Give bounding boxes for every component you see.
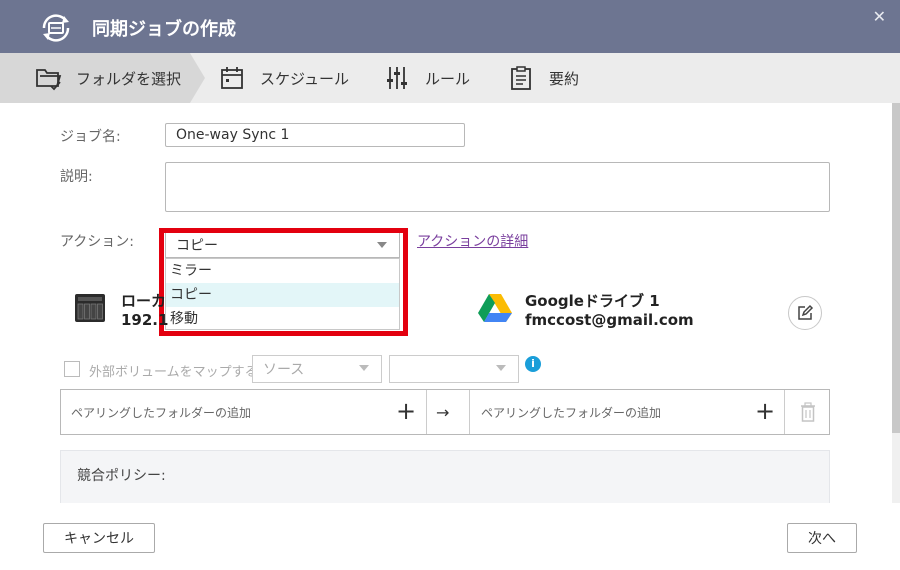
job-name-label: ジョブ名:: [60, 129, 121, 145]
action-label: アクション:: [60, 234, 135, 250]
local-folder-placeholder: ペアリングしたフォルダーの追加: [71, 405, 252, 420]
step-label: 要約: [549, 69, 580, 88]
pair-divider: [784, 390, 785, 434]
wizard-steps: フォルダを選択 スケジュール ルール 要約: [0, 53, 900, 103]
conflict-policy-panel: 競合ポリシー:: [60, 450, 830, 510]
step-label: スケジュール: [260, 69, 349, 88]
pair-divider: [426, 390, 427, 434]
google-drive-icon: [478, 294, 512, 322]
cancel-button[interactable]: キャンセル: [43, 523, 155, 553]
remote-title: Googleドライブ 1: [525, 292, 660, 310]
remote-account: fmccost@gmail.com: [525, 311, 694, 329]
add-remote-folder-plus-icon[interactable]: +: [755, 397, 775, 425]
title-bar: 同期ジョブの作成 ✕: [0, 0, 900, 53]
calendar-icon: [221, 67, 243, 89]
window-title: 同期ジョブの作成: [92, 19, 236, 40]
close-icon[interactable]: ✕: [873, 7, 886, 26]
step-summary[interactable]: 要約: [507, 53, 579, 103]
description-textarea[interactable]: [165, 162, 830, 212]
action-option-mirror[interactable]: ミラー: [166, 259, 399, 283]
chevron-down-icon: [377, 242, 387, 248]
sync-arrow-icon: →: [436, 402, 450, 422]
add-local-folder-plus-icon[interactable]: +: [396, 397, 416, 425]
folder-pair-row: ペアリングしたフォルダーの追加 + → ペアリングしたフォルダーの追加 +: [60, 389, 830, 435]
sliders-icon: [387, 67, 407, 89]
footer-bar: キャンセル 次へ: [0, 503, 900, 570]
step-rules[interactable]: ルール: [383, 53, 470, 103]
step-schedule[interactable]: スケジュール: [218, 53, 349, 103]
source-select[interactable]: ソース: [252, 355, 382, 383]
info-icon[interactable]: i: [525, 356, 541, 372]
edit-remote-button[interactable]: [788, 296, 822, 330]
clipboard-icon: [511, 66, 531, 90]
chevron-down-icon: [359, 365, 369, 371]
sync-job-icon: [42, 14, 70, 42]
job-name-input[interactable]: One-way Sync 1: [165, 123, 465, 147]
action-dropdown-list: ミラー コピー 移動: [165, 258, 400, 330]
local-device-title: ローカ: [121, 292, 167, 310]
trash-icon[interactable]: [799, 402, 817, 422]
action-option-copy[interactable]: コピー: [166, 283, 399, 307]
map-external-volume-label: 外部ボリュームをマップする: [89, 365, 258, 380]
action-option-move[interactable]: 移動: [166, 307, 399, 331]
step-label: ルール: [425, 69, 471, 88]
edit-icon: [798, 304, 814, 320]
chevron-down-icon: [496, 365, 506, 371]
pair-divider: [469, 390, 470, 434]
target-select[interactable]: [389, 355, 519, 383]
step-label: フォルダを選択: [76, 69, 182, 88]
scrollbar-thumb[interactable]: [892, 103, 900, 433]
map-external-volume-checkbox[interactable]: [64, 361, 80, 377]
nas-device-icon: [75, 294, 105, 322]
action-select[interactable]: コピー: [165, 232, 400, 258]
local-device-ip: 192.1: [121, 311, 169, 329]
next-button[interactable]: 次へ: [787, 523, 857, 553]
conflict-policy-title: 競合ポリシー:: [77, 468, 166, 484]
action-select-value: コピー: [176, 238, 218, 254]
remote-folder-placeholder: ペアリングしたフォルダーの追加: [481, 405, 662, 420]
source-select-value: ソース: [263, 362, 305, 378]
folder-check-icon: [36, 69, 62, 91]
step-select-folder[interactable]: フォルダを選択: [34, 53, 181, 103]
action-details-link[interactable]: アクションの詳細: [417, 231, 528, 251]
description-label: 説明:: [60, 169, 93, 185]
